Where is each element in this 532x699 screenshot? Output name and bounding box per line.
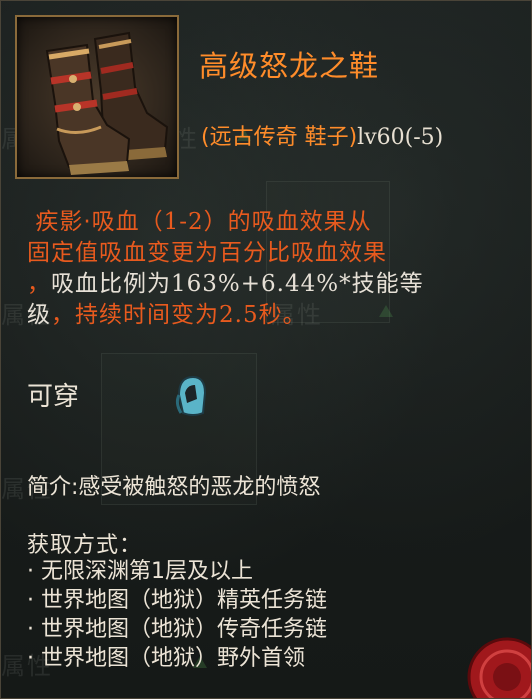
item-level: lv60(-5)	[357, 125, 444, 150]
effect-text: ，持续时间变为	[51, 302, 219, 328]
list-item: · 世界地图（地狱）传奇任务链	[27, 615, 327, 644]
effect-value: 163%+6.44%*	[171, 271, 352, 297]
obtain-source: 无限深渊第1层及以上	[41, 559, 253, 584]
effect-text: 技能等	[351, 271, 424, 297]
effect-text: ）的吸血效果从	[203, 209, 372, 235]
list-item: · 世界地图（地狱）精英任务链	[27, 586, 327, 615]
list-item: · 世界地图（地狱）野外首领	[27, 644, 327, 673]
effect-text: ，	[27, 271, 51, 297]
item-effect-description: 疾影·吸血（1-2）的吸血效果从固定值吸血变更为百分比吸血效果 ，吸血比例为163…	[27, 207, 507, 331]
obtain-source: 世界地图（地狱）传奇任务链	[41, 617, 328, 642]
effect-text: 秒。	[258, 302, 307, 328]
bullet-icon: ·	[27, 588, 34, 613]
wax-seal-icon	[467, 637, 531, 698]
helmet-icon	[175, 375, 207, 416]
item-type-line: (远古传奇 鞋子)lv60(-5)	[201, 119, 443, 151]
bullet-icon: ·	[27, 617, 34, 642]
obtain-title: 获取方式：	[27, 533, 143, 558]
item-icon-frame[interactable]	[15, 15, 179, 179]
bullet-icon: ·	[27, 646, 34, 671]
item-name: 高级怒龙之鞋	[199, 49, 380, 83]
effect-text: 吸血比例为	[51, 271, 171, 297]
list-item: · 无限深渊第1层及以上	[27, 557, 327, 586]
effect-text: 疾影·吸血（	[35, 209, 164, 235]
effect-text: 1-2	[163, 209, 204, 235]
item-tooltip: 属性 属性 属性 属性 属性 属性 高级怒龙之鞋 (远古传奇 鞋子)lv60(-…	[0, 0, 532, 699]
obtain-list: · 无限深渊第1层及以上 · 世界地图（地狱）精英任务链 · 世界地图（地狱）传奇任务…	[27, 557, 327, 673]
boots-icon	[45, 31, 169, 175]
effect-text: 级	[27, 302, 51, 328]
effect-text: 固定值吸血变更为百分比吸血效果	[27, 240, 387, 266]
item-category: (远古传奇 鞋子)	[201, 125, 358, 150]
bullet-icon: ·	[27, 559, 34, 584]
obtain-source: 世界地图（地狱）野外首领	[41, 646, 306, 671]
obtain-source: 世界地图（地狱）精英任务链	[41, 588, 328, 613]
effect-value: 2.5	[219, 302, 259, 328]
item-intro: 简介:感受被触怒的恶龙的愤怒	[27, 475, 321, 500]
wearable-label: 可穿	[27, 382, 80, 412]
